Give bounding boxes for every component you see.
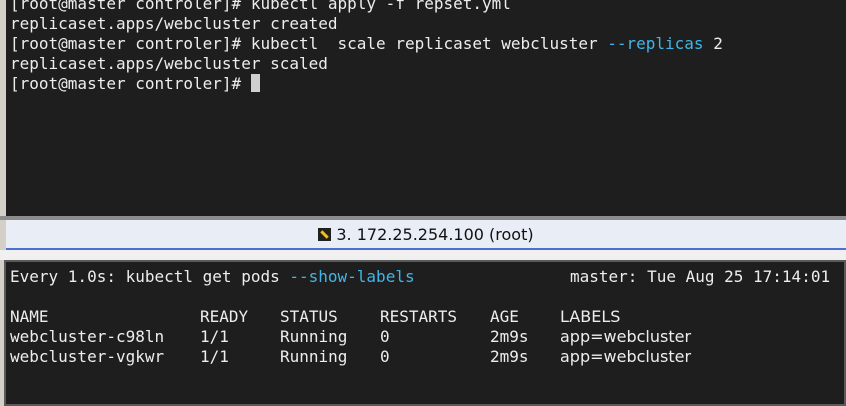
- session-tab-title: 3. 172.25.254.100 (root): [336, 224, 534, 244]
- top-terminal-pane[interactable]: [root@master controler]# kubectl apply -…: [6, 0, 846, 216]
- pane-gap: [0, 250, 846, 260]
- command-output: replicaset.apps/webcluster scaled: [10, 54, 328, 73]
- command-output: replicaset.apps/webcluster created: [10, 14, 338, 33]
- watch-header-left: Every 1.0s: kubectl get pods --show-labe…: [10, 267, 415, 286]
- watch-header-flag: --show-labels: [289, 267, 415, 286]
- pod-row-1-status: Running: [280, 327, 348, 346]
- pod-row-1-labels: app=webcluster: [560, 327, 692, 346]
- pod-row-1-restarts: 0: [380, 327, 390, 346]
- terminal-line-5[interactable]: [root@master controler]#: [10, 74, 260, 94]
- shell-prompt: [root@master controler]#: [10, 74, 242, 93]
- terminal-line-2: replicaset.apps/webcluster created: [10, 14, 338, 34]
- pod-row-2-labels: app=webcluster: [560, 347, 692, 366]
- command-flag: --replicas: [607, 34, 704, 53]
- shell-prompt: [root@master controler]#: [10, 34, 242, 53]
- column-header-labels: LABELS: [560, 307, 621, 326]
- command-text: 2: [703, 34, 723, 53]
- pod-row-2-ready: 1/1: [200, 347, 229, 366]
- command-text: kubectl apply -f repset.yml: [241, 0, 511, 13]
- shell-prompt: [root@master controler]#: [10, 0, 242, 13]
- pod-row-2-name: webcluster-vgkwr: [10, 347, 165, 366]
- pod-row-2-age: 2m9s: [490, 347, 529, 366]
- column-header-ready: READY: [200, 307, 249, 326]
- pod-row-1-age: 2m9s: [490, 327, 529, 346]
- column-header-age: AGE: [490, 307, 519, 326]
- command-text: kubectl scale replicaset webcluster: [241, 34, 608, 53]
- column-header-name: NAME: [10, 307, 49, 326]
- pod-row-1-name: webcluster-c98ln: [10, 327, 165, 346]
- column-header-status: STATUS: [280, 307, 338, 326]
- ssh-key-icon: [318, 227, 332, 241]
- column-header-restarts: RESTARTS: [380, 307, 458, 326]
- terminal-line-4: replicaset.apps/webcluster scaled: [10, 54, 328, 74]
- watch-header-right: master: Tue Aug 25 17:14:01: [570, 267, 831, 286]
- pod-row-1-ready: 1/1: [200, 327, 229, 346]
- session-tab-titlebar[interactable]: 3. 172.25.254.100 (root): [6, 220, 846, 250]
- terminal-line-1: [root@master controler]# kubectl apply -…: [10, 0, 511, 14]
- pod-row-2-status: Running: [280, 347, 348, 366]
- text-cursor: [250, 74, 260, 92]
- pod-row-2-restarts: 0: [380, 347, 390, 366]
- watch-terminal-pane[interactable]: Every 1.0s: kubectl get pods --show-labe…: [4, 260, 846, 406]
- terminal-line-3: [root@master controler]# kubectl scale r…: [10, 34, 723, 54]
